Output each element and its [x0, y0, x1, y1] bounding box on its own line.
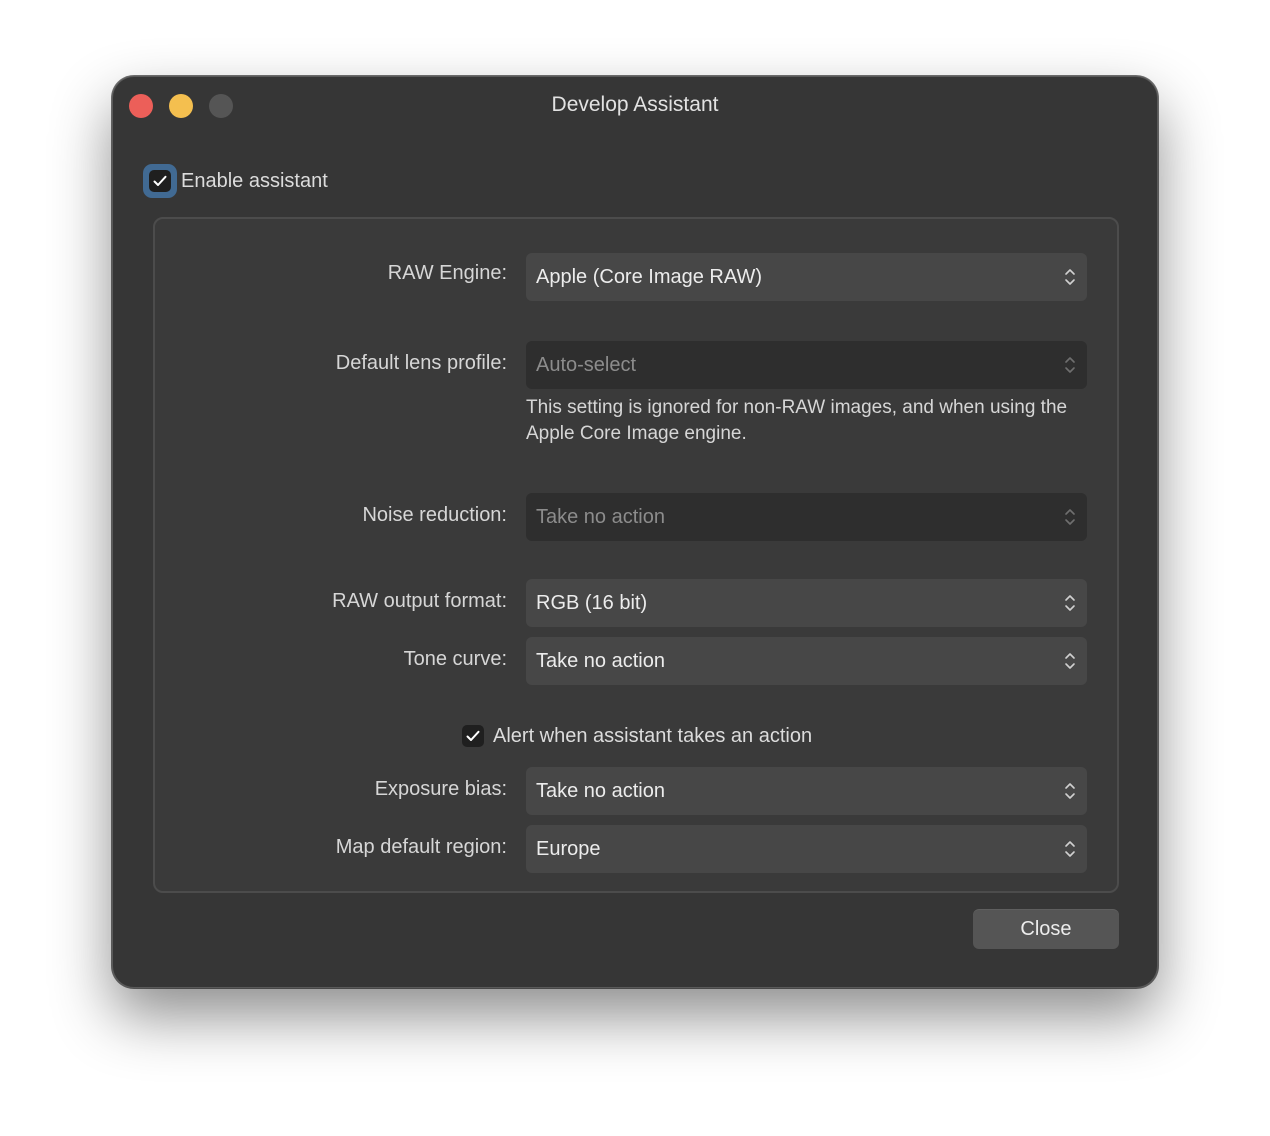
- alert-checkbox[interactable]: [462, 725, 484, 747]
- default-lens-profile-label: Default lens profile:: [335, 352, 507, 374]
- chevron-updown-icon: [1063, 779, 1077, 803]
- default-lens-profile-value: Auto-select: [536, 353, 637, 376]
- raw-engine-popup[interactable]: Apple (Core Image RAW): [526, 253, 1087, 301]
- map-default-region-popup[interactable]: Europe: [526, 825, 1087, 873]
- exposure-bias-label: Exposure bias:: [374, 778, 507, 800]
- raw-output-format-label: RAW output format:: [332, 590, 507, 612]
- assistant-settings-group: RAW Engine: Apple (Core Image RAW) Defau…: [153, 217, 1119, 893]
- map-default-region-value: Europe: [536, 837, 601, 860]
- checkmark-icon: [466, 730, 480, 741]
- default-lens-profile-popup: Auto-select: [526, 341, 1087, 389]
- noise-reduction-popup: Take no action: [526, 493, 1087, 541]
- raw-output-format-popup[interactable]: RGB (16 bit): [526, 579, 1087, 627]
- exposure-bias-popup[interactable]: Take no action: [526, 767, 1087, 815]
- tone-curve-value: Take no action: [536, 649, 665, 672]
- alert-row[interactable]: Alert when assistant takes an action: [462, 721, 812, 751]
- chevron-updown-icon: [1063, 837, 1077, 861]
- enable-assistant-checkbox[interactable]: [143, 164, 177, 198]
- chevron-updown-icon: [1063, 265, 1077, 289]
- exposure-bias-value: Take no action: [536, 779, 665, 802]
- close-button[interactable]: Close: [973, 909, 1119, 949]
- lens-profile-note: This setting is ignored for non-RAW imag…: [526, 397, 1068, 444]
- raw-engine-value: Apple (Core Image RAW): [536, 265, 762, 288]
- window-title: Develop Assistant: [551, 93, 719, 116]
- alert-label: Alert when assistant takes an action: [493, 724, 813, 747]
- noise-reduction-label: Noise reduction:: [362, 504, 507, 526]
- enable-assistant-row[interactable]: Enable assistant: [143, 163, 328, 199]
- enable-assistant-label: Enable assistant: [181, 169, 328, 192]
- noise-reduction-value: Take no action: [536, 505, 665, 528]
- chevron-updown-icon: [1063, 353, 1077, 377]
- chevron-updown-icon: [1063, 591, 1077, 615]
- chevron-updown-icon: [1063, 505, 1077, 529]
- map-default-region-label: Map default region:: [335, 836, 507, 858]
- chevron-updown-icon: [1063, 649, 1077, 673]
- raw-output-format-value: RGB (16 bit): [536, 591, 648, 614]
- tone-curve-popup[interactable]: Take no action: [526, 637, 1087, 685]
- develop-assistant-window: Develop Assistant Enable assistant RAW E…: [112, 76, 1158, 988]
- raw-engine-label: RAW Engine:: [387, 262, 507, 284]
- tone-curve-label: Tone curve:: [403, 648, 507, 670]
- checkmark-icon: [153, 175, 167, 186]
